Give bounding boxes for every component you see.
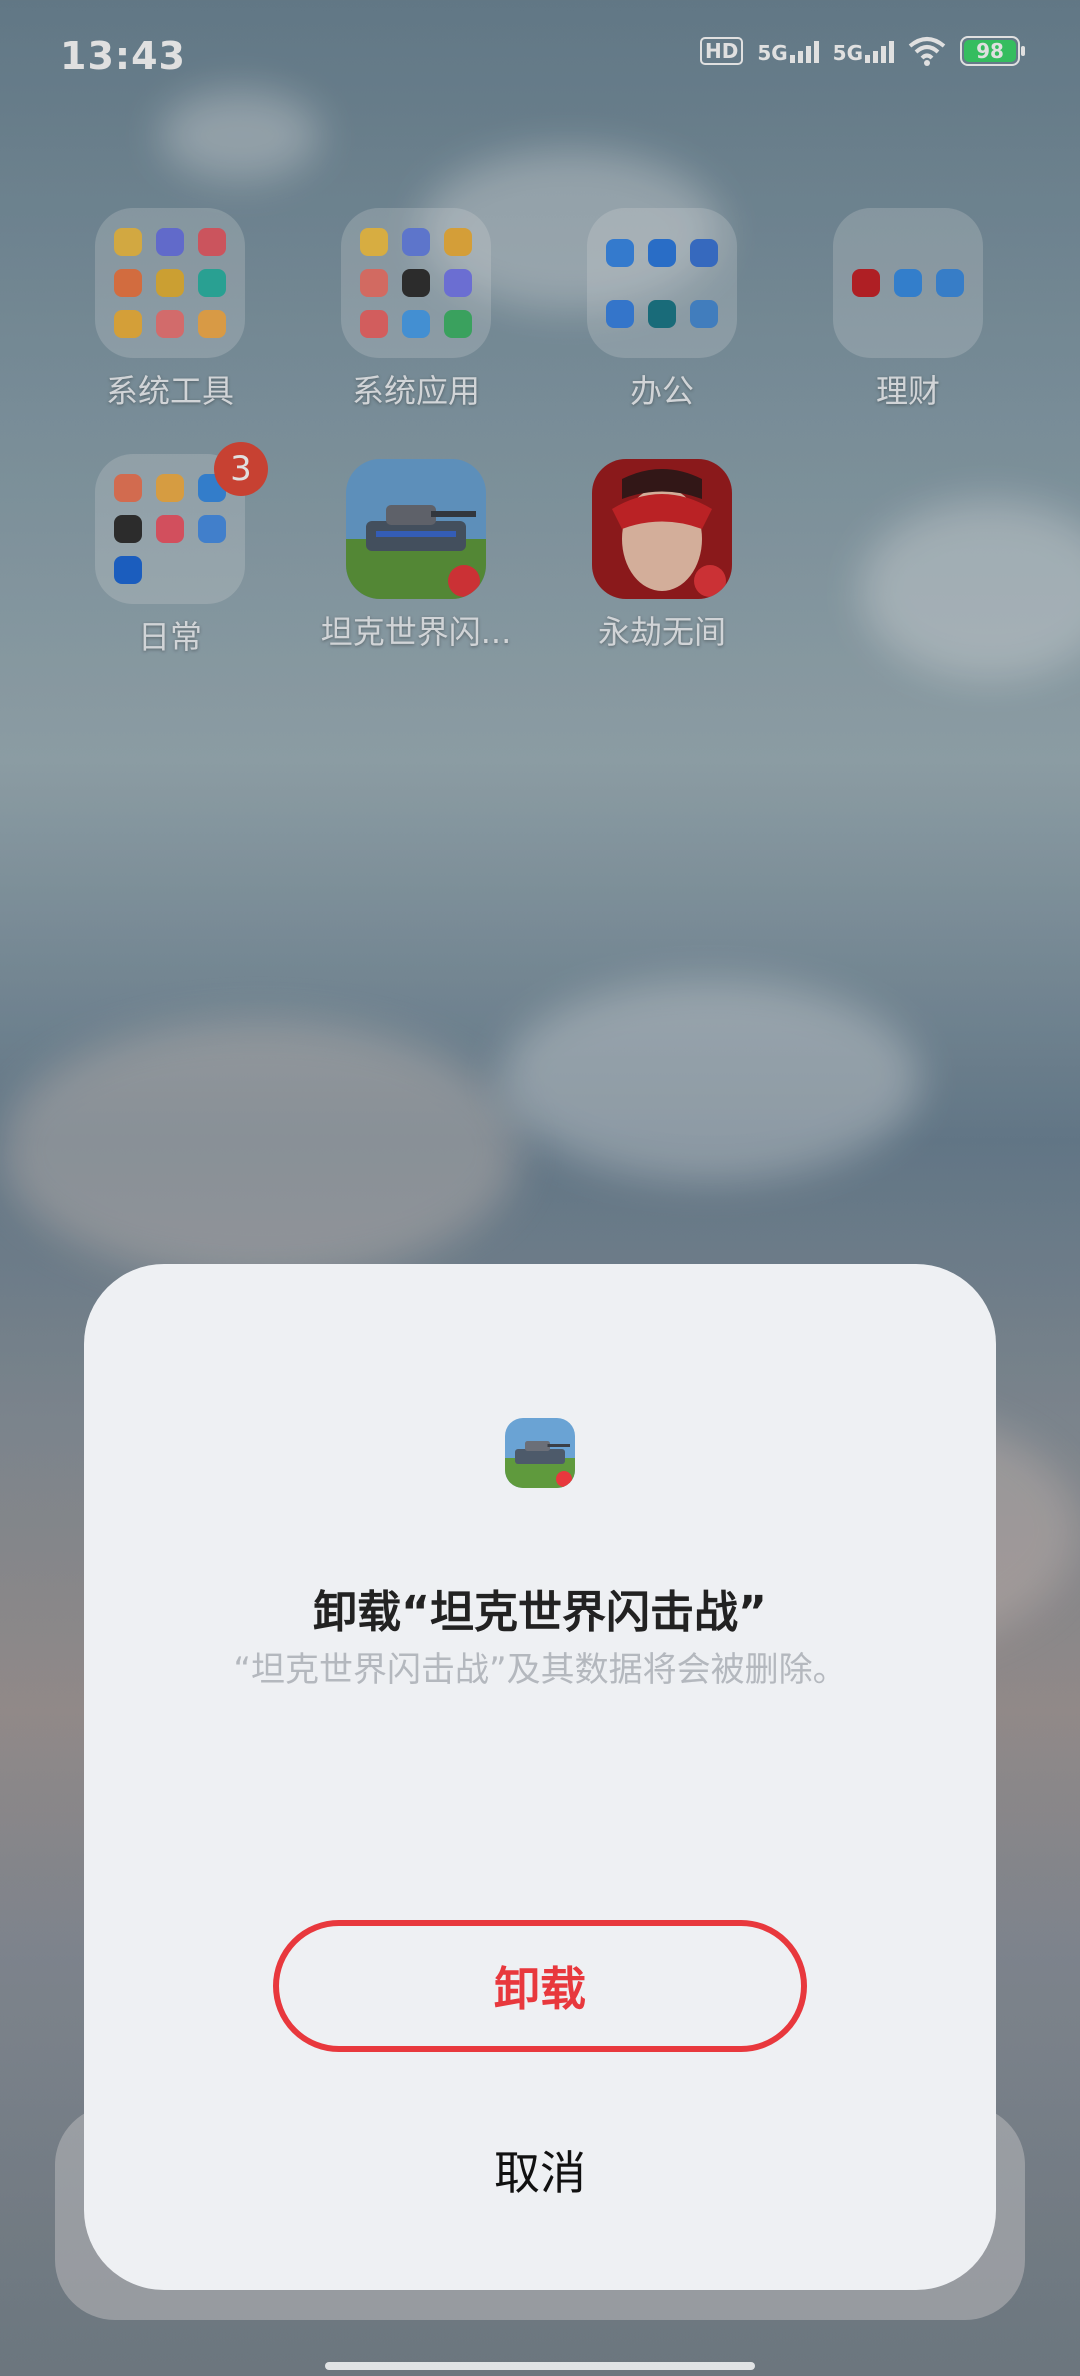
home-indicator[interactable] xyxy=(325,2362,755,2370)
uninstall-button[interactable]: 卸载 xyxy=(273,1920,807,2052)
dialog-title: 卸载“坦克世界闪击战” xyxy=(313,1587,767,1638)
dialog-message: “坦克世界闪击战”及其数据将会被删除。 xyxy=(233,1650,847,1690)
uninstall-dialog: 卸载“坦克世界闪击战” “坦克世界闪击战”及其数据将会被删除。 卸载 取消 xyxy=(84,1264,996,2290)
app-icon xyxy=(505,1418,575,1488)
cancel-button[interactable]: 取消 xyxy=(340,2120,740,2220)
